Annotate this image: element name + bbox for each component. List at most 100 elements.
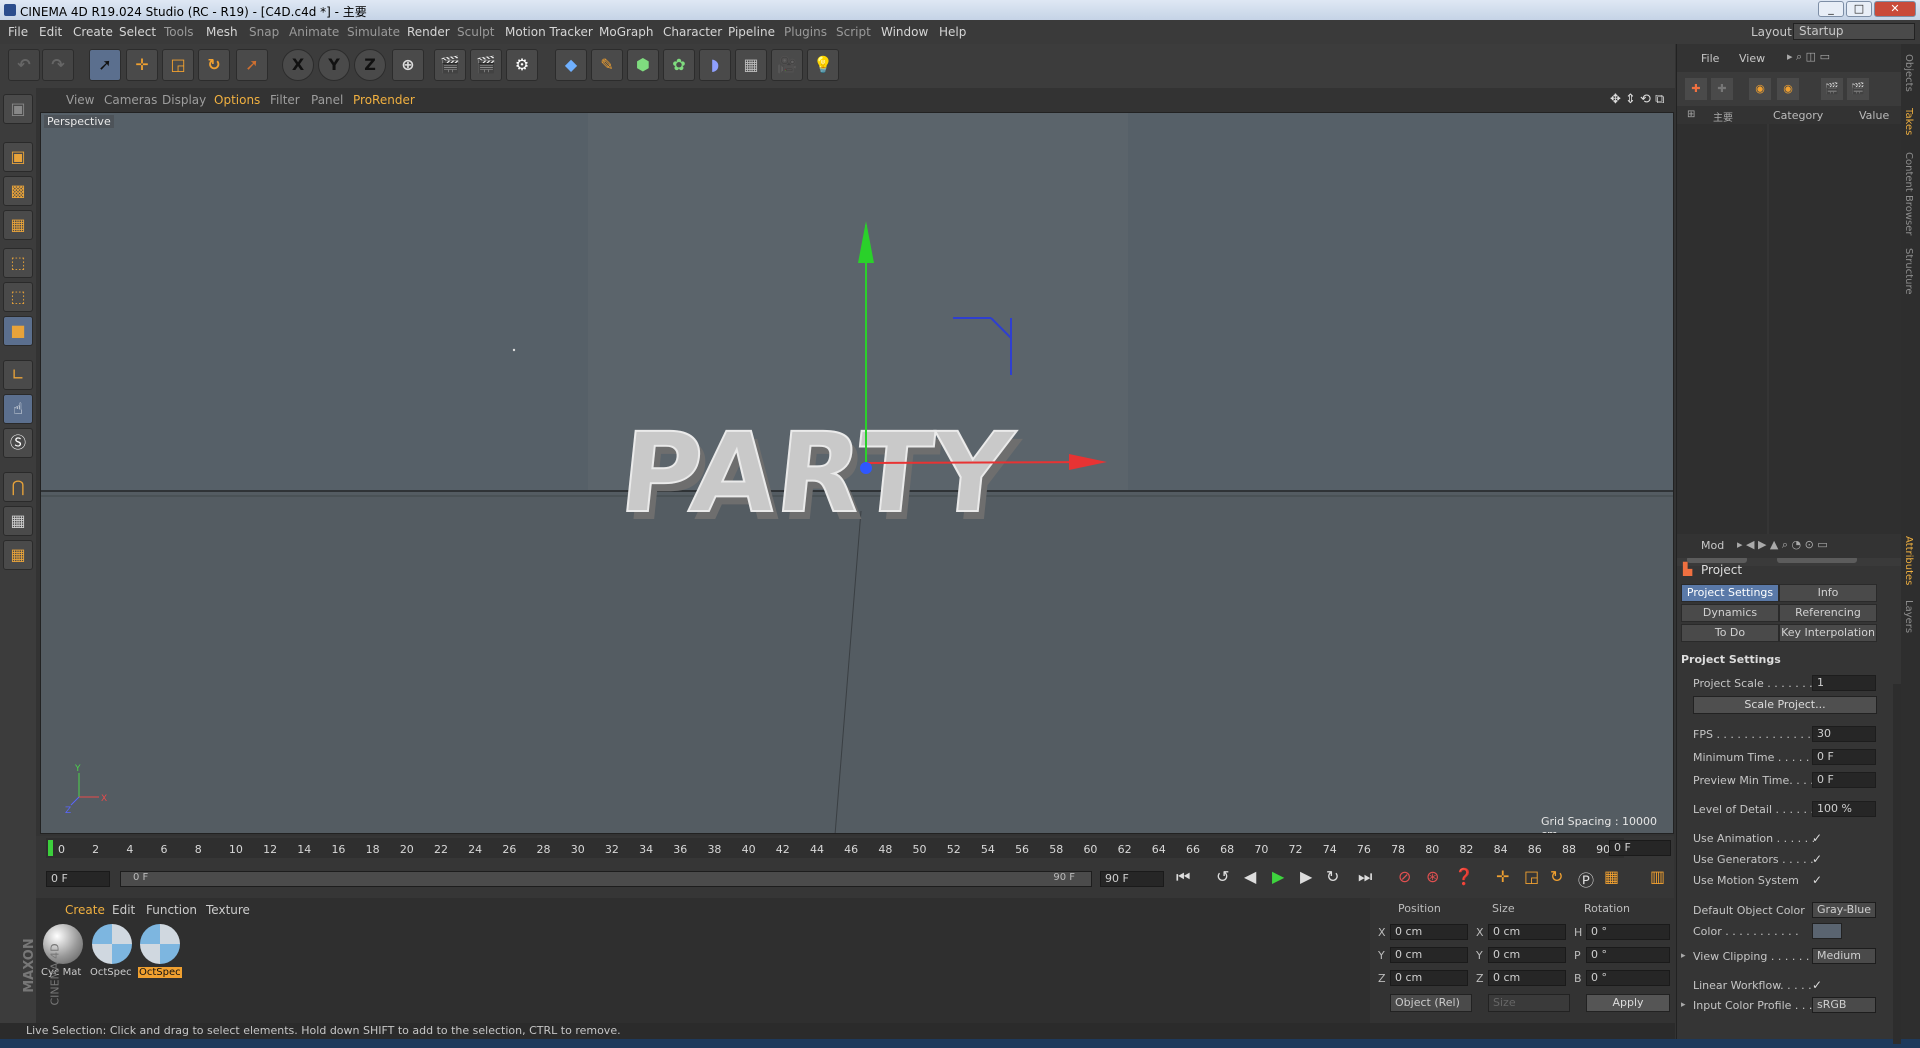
rotation-h-field[interactable]: 0 °	[1586, 924, 1670, 940]
timeline-ruler[interactable]: 0 2 4 6 8 10 12 14 16 18 20 22 24 26 28 30 32 34 36 38 40 42 4…	[46, 838, 1624, 858]
preview-min-time-field[interactable]: 0 F	[1812, 772, 1876, 788]
menu-render[interactable]: Render	[407, 25, 450, 39]
mat-menu-create[interactable]: Create	[65, 903, 105, 917]
move-icon[interactable]: ✛	[126, 49, 158, 81]
side-tab-structure[interactable]: Structure	[1903, 248, 1914, 295]
minimum-time-field[interactable]: 0 F	[1812, 749, 1876, 765]
edges-mode-icon[interactable]: ⬚	[3, 282, 33, 312]
keyframe-selection-icon[interactable]: ❓	[1454, 867, 1474, 886]
snap-icon[interactable]: ⋂	[3, 472, 33, 502]
perspective-viewport[interactable]: PARTY PARTY Y Z X Perspective Grid Spaci…	[40, 112, 1674, 834]
play-icon[interactable]: ▶	[1272, 867, 1284, 886]
objects-toolbar-icons[interactable]: ▸ ⌕ ◫ ▭	[1787, 50, 1830, 64]
side-tab-content-browser[interactable]: Content Browser	[1903, 152, 1914, 235]
vp-menu-filter[interactable]: Filter	[270, 93, 300, 107]
live-selection-icon[interactable]: ➚	[89, 49, 121, 81]
view-clipping-select[interactable]: Medium	[1812, 948, 1876, 964]
override-icon[interactable]: ◉	[1777, 78, 1799, 100]
camera-icon[interactable]: 🎥	[771, 49, 803, 81]
next-frame-icon[interactable]: ▶	[1300, 867, 1312, 886]
color-swatch[interactable]	[1812, 923, 1842, 939]
close-button[interactable]: ✕	[1874, 1, 1916, 17]
tab-referencing[interactable]: Referencing	[1779, 604, 1877, 622]
current-frame-field[interactable]: 0 F	[1609, 840, 1671, 856]
position-z-field[interactable]: 0 cm	[1390, 970, 1468, 986]
mat-menu-edit[interactable]: Edit	[112, 903, 135, 917]
add-take-icon[interactable]: ✚	[1685, 78, 1707, 100]
layout-select[interactable]: Startup	[1793, 23, 1915, 40]
coordinate-system-icon[interactable]: ⊕	[392, 49, 424, 81]
menu-simulate[interactable]: Simulate	[347, 25, 400, 39]
obj-menu-view[interactable]: View	[1739, 52, 1765, 65]
workplane-mode-icon[interactable]: ▦	[3, 210, 33, 240]
make-editable-icon[interactable]: ▣	[3, 94, 33, 124]
attributes-scrollbar[interactable]	[1893, 684, 1901, 1044]
material-item[interactable]: OctSpec	[90, 924, 134, 984]
takes-tree[interactable]	[1677, 124, 1767, 554]
coordinate-mode-select[interactable]: Object (Rel)	[1390, 994, 1472, 1012]
locked-workplane-icon[interactable]: ▦	[3, 540, 33, 570]
menu-mesh[interactable]: Mesh	[206, 25, 238, 39]
expand-arrow-icon[interactable]: ▸	[1681, 1000, 1686, 1010]
linear-workflow-checkbox[interactable]: ✓	[1812, 979, 1826, 993]
cube-primitive-icon[interactable]: ◆	[555, 49, 587, 81]
vp-menu-panel[interactable]: Panel	[311, 93, 343, 107]
size-mode-select[interactable]: Size	[1488, 994, 1570, 1012]
menu-animate[interactable]: Animate	[289, 25, 339, 39]
playhead[interactable]	[48, 840, 53, 856]
menu-help[interactable]: Help	[939, 25, 966, 39]
x-axis-lock-button[interactable]: X	[282, 49, 314, 81]
light-icon[interactable]: 💡	[807, 49, 839, 81]
minimize-button[interactable]: _	[1818, 1, 1844, 17]
mat-menu-texture[interactable]: Texture	[206, 903, 250, 917]
tab-project-settings[interactable]: Project Settings	[1681, 584, 1779, 602]
floor-icon[interactable]: ▦	[735, 49, 767, 81]
workplane-lock-icon[interactable]: ▦	[3, 506, 33, 536]
expand-arrow-icon[interactable]: ▸	[1681, 951, 1686, 961]
side-tab-layers[interactable]: Layers	[1903, 600, 1914, 633]
vp-menu-view[interactable]: View	[66, 93, 94, 107]
rotation-b-field[interactable]: 0 °	[1586, 970, 1670, 986]
position-x-field[interactable]: 0 cm	[1390, 924, 1468, 940]
menu-tools[interactable]: Tools	[164, 25, 194, 39]
tweak-mode-icon[interactable]: ☝	[3, 394, 33, 424]
key-parameter-icon[interactable]: Ⓟ	[1578, 867, 1594, 891]
tab-to-do[interactable]: To Do	[1681, 624, 1779, 642]
clone-take-icon[interactable]: ✚	[1711, 78, 1733, 100]
subdivision-surface-icon[interactable]: ⬢	[627, 49, 659, 81]
timeline-layout-icon[interactable]: ▥	[1650, 867, 1665, 886]
fps-field[interactable]: 30	[1812, 726, 1876, 742]
take-render-all-icon[interactable]: 🎬	[1847, 78, 1869, 100]
y-axis-lock-button[interactable]: Y	[318, 49, 350, 81]
vp-menu-display[interactable]: Display	[162, 93, 206, 107]
previous-frame-icon[interactable]: ◀	[1244, 867, 1256, 886]
scale-project-button[interactable]: Scale Project...	[1693, 696, 1877, 714]
start-frame-field[interactable]: 0 F	[46, 871, 110, 887]
tab-key-interpolation[interactable]: Key Interpolation	[1779, 624, 1877, 642]
key-scale-icon[interactable]: ◲	[1524, 867, 1539, 886]
deformer-icon[interactable]: ◗	[699, 49, 731, 81]
use-generators-checkbox[interactable]: ✓	[1812, 853, 1826, 867]
apply-button[interactable]: Apply	[1586, 994, 1670, 1012]
autokey-icon[interactable]: ⊛	[1426, 867, 1439, 886]
model-mode-icon[interactable]: ▣	[3, 142, 33, 172]
tab-info[interactable]: Info	[1779, 584, 1877, 602]
menu-file[interactable]: File	[8, 25, 28, 39]
redo-icon[interactable]: ↷	[42, 49, 74, 81]
vp-menu-cameras[interactable]: Cameras	[104, 93, 157, 107]
menu-create[interactable]: Create	[73, 25, 113, 39]
array-generator-icon[interactable]: ✿	[663, 49, 695, 81]
mat-menu-function[interactable]: Function	[146, 903, 197, 917]
vp-menu-options[interactable]: Options	[214, 93, 260, 107]
rotate-icon[interactable]: ↻	[198, 49, 230, 81]
key-position-icon[interactable]: ✛	[1496, 867, 1509, 886]
size-z-field[interactable]: 0 cm	[1488, 970, 1566, 986]
size-y-field[interactable]: 0 cm	[1488, 947, 1566, 963]
menu-character[interactable]: Character	[663, 25, 722, 39]
rotation-p-field[interactable]: 0 °	[1586, 947, 1670, 963]
project-scale-field[interactable]: 1	[1812, 675, 1876, 691]
go-to-end-icon[interactable]: ⏭	[1358, 867, 1372, 887]
preview-range-slider[interactable]: 0 F 90 F	[120, 871, 1092, 887]
input-color-profile-select[interactable]: sRGB	[1812, 997, 1876, 1013]
attr-mode-menu[interactable]: Mod	[1701, 539, 1724, 552]
